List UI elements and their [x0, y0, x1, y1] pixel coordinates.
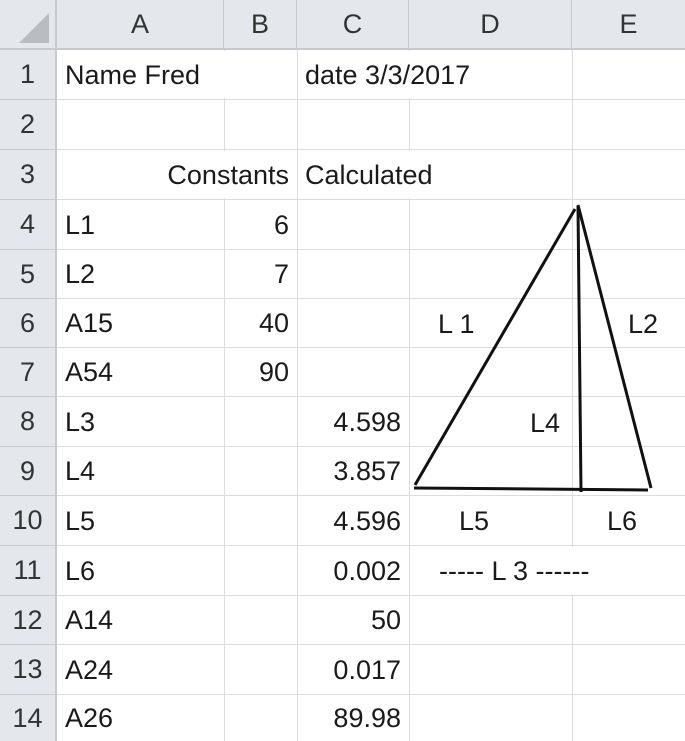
label-l4: L4	[530, 407, 561, 438]
spreadsheet-grid: A B C D E 1 2 3 4 5 6 7 8 9 10 11 12 13 …	[0, 0, 685, 741]
label-l1: L 1	[438, 308, 475, 339]
label-l2: L2	[628, 308, 659, 339]
triangle-height-l4[interactable]	[576, 205, 583, 493]
triangle-diagram[interactable]	[0, 0, 685, 741]
triangle-base-l3[interactable]	[413, 486, 649, 492]
triangle-side-l2[interactable]	[576, 204, 653, 489]
